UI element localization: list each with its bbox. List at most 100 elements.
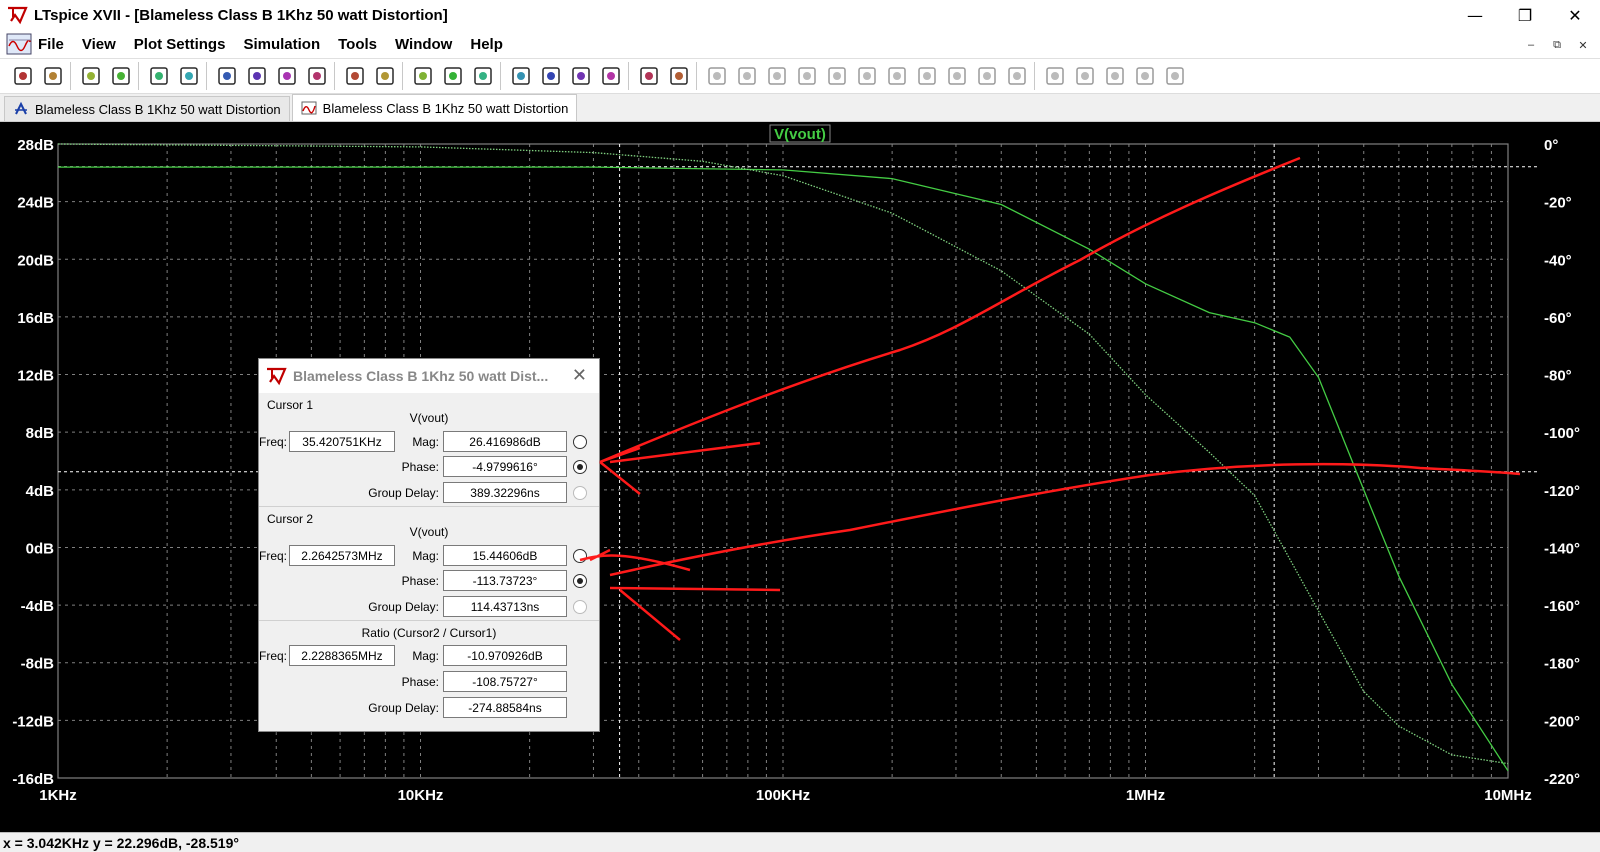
menu-plot-settings[interactable]: Plot Settings (134, 36, 226, 53)
restore-button[interactable]: ❐ (1500, 0, 1550, 30)
cursor2-group-delay-field[interactable]: 114.43713ns (443, 596, 567, 617)
save-icon[interactable] (76, 62, 106, 90)
menu-simulation[interactable]: Simulation (243, 36, 320, 53)
menu-window[interactable]: Window (395, 36, 452, 53)
waveform-plot-pane[interactable]: 28dB 24dB 20dB 16dB 12dB 8dB 4dB 0dB -4dB -8dB -12… (0, 122, 1600, 832)
cursor1-group-delay-radio[interactable] (573, 486, 587, 500)
control-panel-icon[interactable] (106, 62, 136, 90)
y-tick-label-left: 12dB (17, 368, 54, 385)
bode-plot[interactable]: 28dB 24dB 20dB 16dB 12dB 8dB 4dB 0dB -4dB -8dB -12… (0, 122, 1600, 832)
cursor1-group: Cursor 1 V(vout) Freq: 35.420751KHz Mag:… (259, 393, 599, 507)
cursor2-phase-radio[interactable] (573, 574, 587, 588)
mdi-restore-button[interactable]: ⧉ (1544, 34, 1570, 56)
menu-tools[interactable]: Tools (338, 36, 377, 53)
tab-schematic[interactable]: Blameless Class B 1Khz 50 watt Distortio… (4, 96, 290, 121)
cursor1-phase-radio[interactable] (573, 460, 587, 474)
rotate-icon[interactable] (1070, 62, 1100, 90)
cut-icon[interactable] (506, 62, 536, 90)
cursor1-group-delay-field[interactable]: 389.32296ns (443, 482, 567, 503)
waveform-window-icon (6, 33, 32, 55)
cascade-icon[interactable] (438, 62, 468, 90)
y-tick-label-right: -180° (1544, 656, 1580, 673)
y-tick-label-left: -4dB (21, 598, 55, 615)
print-icon[interactable] (664, 62, 694, 90)
cursor2-phase-field[interactable]: -113.73723° (443, 570, 567, 591)
ltspice-window: LTspice XVII - [Blameless Class B 1Khz 5… (0, 0, 1600, 852)
close-button[interactable]: ✕ (1550, 0, 1600, 30)
ratio-freq-field[interactable]: 2.2288365MHz (289, 645, 395, 666)
toolbar (0, 58, 1600, 94)
run-icon[interactable] (144, 62, 174, 90)
y-tick-label-right: -60° (1544, 310, 1572, 327)
inductor-icon[interactable] (852, 62, 882, 90)
halt-icon[interactable] (174, 62, 204, 90)
trace-label: V(vout) (774, 126, 826, 143)
zoom-out-icon[interactable] (272, 62, 302, 90)
autorange-icon[interactable] (340, 62, 370, 90)
open-icon[interactable] (38, 62, 68, 90)
cursor2-freq-label: Freq: (259, 549, 288, 563)
cursor2-mag-radio[interactable] (573, 549, 587, 563)
cursor1-phase-field[interactable]: -4.9799616° (443, 456, 567, 477)
ratio-group-delay-field[interactable]: -274.88584ns (443, 697, 567, 718)
diode-icon[interactable] (882, 62, 912, 90)
mdi-minimize-button[interactable]: – (1518, 34, 1544, 56)
drag-icon[interactable] (972, 62, 1002, 90)
title-bar: LTspice XVII - [Blameless Class B 1Khz 5… (0, 0, 1600, 30)
tab-schematic-label: Blameless Class B 1Khz 50 watt Distortio… (35, 101, 281, 117)
zoom-in-icon[interactable] (212, 62, 242, 90)
y-tick-label-left: 8dB (26, 425, 55, 442)
cursor2-trace: V(vout) (409, 525, 449, 539)
zoom-full-icon[interactable] (242, 62, 272, 90)
menu-help[interactable]: Help (470, 36, 503, 53)
label-icon[interactable] (762, 62, 792, 90)
paste-icon[interactable] (566, 62, 596, 90)
cursor2-label: Cursor 2 (267, 512, 314, 526)
x-tick-label: 10MHz (1484, 787, 1532, 804)
cursor2-mag-field[interactable]: 15.44606dB (443, 545, 567, 566)
ratio-mag-field[interactable]: -10.970926dB (443, 645, 567, 666)
tab-waveform-label: Blameless Class B 1Khz 50 watt Distortio… (322, 100, 569, 116)
mirror-icon[interactable] (1100, 62, 1130, 90)
ratio-label: Ratio (Cursor2 / Cursor1) (361, 626, 497, 640)
component-icon[interactable] (912, 62, 942, 90)
find-icon[interactable] (596, 62, 626, 90)
resistor-icon[interactable] (792, 62, 822, 90)
text-icon[interactable] (1130, 62, 1160, 90)
cursor2-mag-label: Mag: (412, 549, 439, 563)
cursor2-group-delay-radio[interactable] (573, 600, 587, 614)
menu-view[interactable]: View (82, 36, 116, 53)
spice-directive-icon[interactable] (1160, 62, 1190, 90)
copy-icon[interactable] (536, 62, 566, 90)
cursor1-mag-field[interactable]: 26.416986dB (443, 431, 567, 452)
redo-icon[interactable] (1040, 62, 1070, 90)
menu-file[interactable]: File (38, 36, 64, 53)
status-bar: x = 3.042KHz y = 22.296dB, -28.519° (0, 832, 1600, 852)
dialog-close-button[interactable]: ✕ (572, 365, 587, 386)
ratio-phase-field[interactable]: -108.75727° (443, 671, 567, 692)
ltspice-logo-icon (267, 367, 287, 386)
move-icon[interactable] (942, 62, 972, 90)
y-tick-label-left: -16dB (12, 771, 54, 788)
print-setup-icon[interactable] (634, 62, 664, 90)
mdi-close-button[interactable]: ✕ (1570, 34, 1596, 56)
dialog-title-bar[interactable]: Blameless Class B 1Khz 50 watt Dist... ✕ (259, 359, 599, 393)
ground-icon[interactable] (732, 62, 762, 90)
y-tick-label-right: -80° (1544, 368, 1572, 385)
capacitor-icon[interactable] (822, 62, 852, 90)
minimize-button[interactable]: — (1450, 0, 1500, 30)
zoom-cancel-icon[interactable] (302, 62, 332, 90)
new-schematic-icon[interactable] (8, 62, 38, 90)
undo-icon[interactable] (1002, 62, 1032, 90)
cursor1-freq-field[interactable]: 35.420751KHz (289, 431, 395, 452)
tile-vertical-icon[interactable] (468, 62, 498, 90)
cursor2-freq-field[interactable]: 2.2642573MHz (289, 545, 395, 566)
y-tick-label-left: 28dB (17, 137, 54, 154)
x-tick-label: 100KHz (756, 787, 810, 804)
tile-horizontal-icon[interactable] (408, 62, 438, 90)
pick-visible-icon[interactable] (370, 62, 400, 90)
cursor-readout-dialog: Blameless Class B 1Khz 50 watt Dist... ✕… (258, 358, 600, 732)
tab-waveform[interactable]: Blameless Class B 1Khz 50 watt Distortio… (291, 94, 578, 121)
wire-icon[interactable] (702, 62, 732, 90)
cursor1-mag-radio[interactable] (573, 435, 587, 449)
